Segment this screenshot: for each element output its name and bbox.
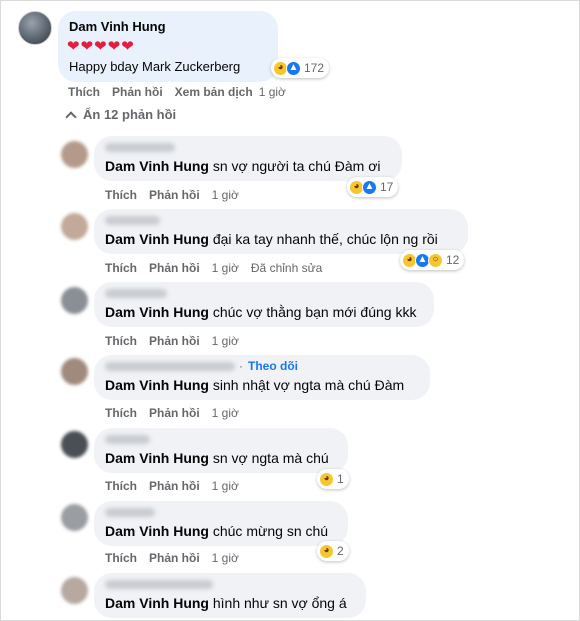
timestamp[interactable]: 1 giờ xyxy=(212,551,239,565)
avatar[interactable] xyxy=(61,287,88,314)
timestamp[interactable]: 1 giờ xyxy=(212,188,239,202)
reply-content: hình như sn vợ ổng á xyxy=(212,595,347,611)
reply-button[interactable]: Phản hồi xyxy=(149,406,200,420)
reply-bubble: · Theo dõi Dam Vinh Hung sinh nhật vợ ng… xyxy=(94,355,430,400)
avatar[interactable] xyxy=(61,213,88,240)
avatar[interactable] xyxy=(18,11,52,45)
chevron-up-icon xyxy=(65,110,77,123)
reply-content: đại ka tay nhanh thế, chúc lộn ng rồi xyxy=(212,231,438,247)
comment-actions: Thích Phản hồi Xem bản dịch 1 giờ xyxy=(68,85,286,99)
reply-author[interactable]: Dam Vinh Hung xyxy=(105,158,209,174)
follow-button[interactable]: Theo dõi xyxy=(248,359,298,373)
blurred-name xyxy=(105,289,167,298)
reaction-count: 12 xyxy=(446,253,460,267)
reply-button[interactable]: Phản hồi xyxy=(112,85,163,99)
separator-dot: · xyxy=(239,359,243,373)
reply-text: Dam Vinh Hung sinh nhật vợ ngta mà chú Đ… xyxy=(105,377,404,393)
reaction-count: 17 xyxy=(380,180,394,194)
haha-reaction-icon: ◕ xyxy=(319,543,334,559)
reply-bubble: Dam Vinh Hung đại ka tay nhanh thế, chúc… xyxy=(94,209,468,254)
reply-text: Dam Vinh Hung hình như sn vợ ổng á xyxy=(105,595,347,611)
like-button[interactable]: Thích xyxy=(68,85,100,99)
timestamp[interactable]: 1 giờ xyxy=(212,334,239,348)
reply-text: Dam Vinh Hung sn vợ người ta chú Đàm ơi xyxy=(105,158,381,174)
blurred-name xyxy=(105,216,160,225)
reply-actions: Thích Phản hồi 1 giờ xyxy=(105,551,239,565)
reaction-summary[interactable]: ◕ ▲ 172 xyxy=(271,58,330,78)
reaction-count: 172 xyxy=(304,61,325,75)
reply-text: Dam Vinh Hung chúc mừng sn chú xyxy=(105,523,328,539)
reply-actions: Thích Phản hồi 1 giờ xyxy=(105,406,239,420)
like-button[interactable]: Thích xyxy=(105,551,137,565)
reply-text: Dam Vinh Hung chúc vợ thằng bạn mới đúng… xyxy=(105,304,416,320)
reply-text: Dam Vinh Hung đại ka tay nhanh thế, chúc… xyxy=(105,231,438,247)
reply-button[interactable]: Phản hồi xyxy=(149,334,200,348)
reply-bubble: Dam Vinh Hung hình như sn vợ ổng á xyxy=(94,573,366,618)
comment-bubble: Dam Vinh Hung ❤❤❤❤❤ Happy bday Mark Zuck… xyxy=(58,11,278,82)
timestamp[interactable]: 1 giờ xyxy=(212,479,239,493)
avatar[interactable] xyxy=(61,504,88,531)
timestamp[interactable]: 1 giờ xyxy=(212,406,239,420)
reply-bubble: Dam Vinh Hung chúc vợ thằng bạn mới đúng… xyxy=(94,282,434,327)
avatar[interactable] xyxy=(61,431,88,458)
reaction-count: 2 xyxy=(337,544,344,558)
reaction-summary[interactable]: ◕ ▲ ○ 12 xyxy=(400,250,465,270)
reply-content: sn vợ ngta mà chú xyxy=(212,450,329,466)
reply-bubble: Dam Vinh Hung sn vợ người ta chú Đàm ơi xyxy=(94,136,402,181)
blurred-name xyxy=(105,508,155,517)
reply-button[interactable]: Phản hồi xyxy=(149,479,200,493)
timestamp[interactable]: 1 giờ xyxy=(259,85,286,99)
reaction-count: 1 xyxy=(337,472,344,486)
reply-actions: Thích Phản hồi 1 giờ xyxy=(105,334,239,348)
comment-author[interactable]: Dam Vinh Hung xyxy=(69,19,166,34)
reply-content: chúc vợ thằng bạn mới đúng kkk xyxy=(212,304,417,320)
reply-bubble: Dam Vinh Hung sn vợ ngta mà chú xyxy=(94,428,348,473)
reply-content: sinh nhật vợ ngta mà chú Đàm xyxy=(212,377,405,393)
reply-content: sn vợ người ta chú Đàm ơi xyxy=(212,158,381,174)
reply-author[interactable]: Dam Vinh Hung xyxy=(105,377,209,393)
reply-button[interactable]: Phản hồi xyxy=(149,188,200,202)
avatar[interactable] xyxy=(61,358,88,385)
avatar[interactable] xyxy=(61,577,88,604)
blurred-name xyxy=(105,143,175,152)
reply-author[interactable]: Dam Vinh Hung xyxy=(105,523,209,539)
reply-actions: Thích Phản hồi 1 giờ xyxy=(105,479,239,493)
reply-author[interactable]: Dam Vinh Hung xyxy=(105,304,209,320)
heart-emoji-icons: ❤❤❤❤❤ xyxy=(67,38,135,55)
like-button[interactable]: Thích xyxy=(105,334,137,348)
comment-thread: Dam Vinh Hung ❤❤❤❤❤ Happy bday Mark Zuck… xyxy=(0,0,580,621)
see-translation-button[interactable]: Xem bản dịch xyxy=(175,85,253,99)
reply-button[interactable]: Phản hồi xyxy=(149,551,200,565)
blurred-name xyxy=(105,435,150,444)
avatar[interactable] xyxy=(61,141,88,168)
blurred-name xyxy=(105,580,213,589)
reply-text: Dam Vinh Hung sn vợ ngta mà chú xyxy=(105,450,329,466)
like-button[interactable]: Thích xyxy=(105,406,137,420)
reaction-summary[interactable]: ◕ 1 xyxy=(317,469,349,489)
wow-reaction-icon: ○ xyxy=(428,252,443,268)
reaction-summary[interactable]: ◕ ▲ 17 xyxy=(347,177,399,197)
blurred-name xyxy=(105,362,235,371)
reply-content: chúc mừng sn chú xyxy=(212,523,329,539)
edited-label[interactable]: Đã chỉnh sửa xyxy=(251,261,322,275)
reply-button[interactable]: Phản hồi xyxy=(149,261,200,275)
like-button[interactable]: Thích xyxy=(105,188,137,202)
reply-author[interactable]: Dam Vinh Hung xyxy=(105,231,209,247)
reply-actions: Thích Phản hồi 1 giờ xyxy=(105,188,239,202)
timestamp[interactable]: 1 giờ xyxy=(212,261,239,275)
haha-reaction-icon: ◕ xyxy=(319,471,334,487)
like-button[interactable]: Thích xyxy=(105,261,137,275)
hide-replies-label: Ẩn 12 phản hồi xyxy=(83,107,177,122)
like-reaction-icon: ▲ xyxy=(286,60,301,76)
reply-author[interactable]: Dam Vinh Hung xyxy=(105,595,209,611)
reaction-summary[interactable]: ◕ 2 xyxy=(317,541,349,561)
like-button[interactable]: Thích xyxy=(105,479,137,493)
reply-author[interactable]: Dam Vinh Hung xyxy=(105,450,209,466)
reply-actions: Thích Phản hồi 1 giờ Đã chỉnh sửa xyxy=(105,261,322,275)
comment-text: Happy bday Mark Zuckerberg xyxy=(69,59,241,74)
reply-bubble: Dam Vinh Hung chúc mừng sn chú xyxy=(94,501,348,546)
hide-replies-button[interactable]: Ẩn 12 phản hồi xyxy=(65,107,177,123)
like-reaction-icon: ▲ xyxy=(362,179,377,195)
